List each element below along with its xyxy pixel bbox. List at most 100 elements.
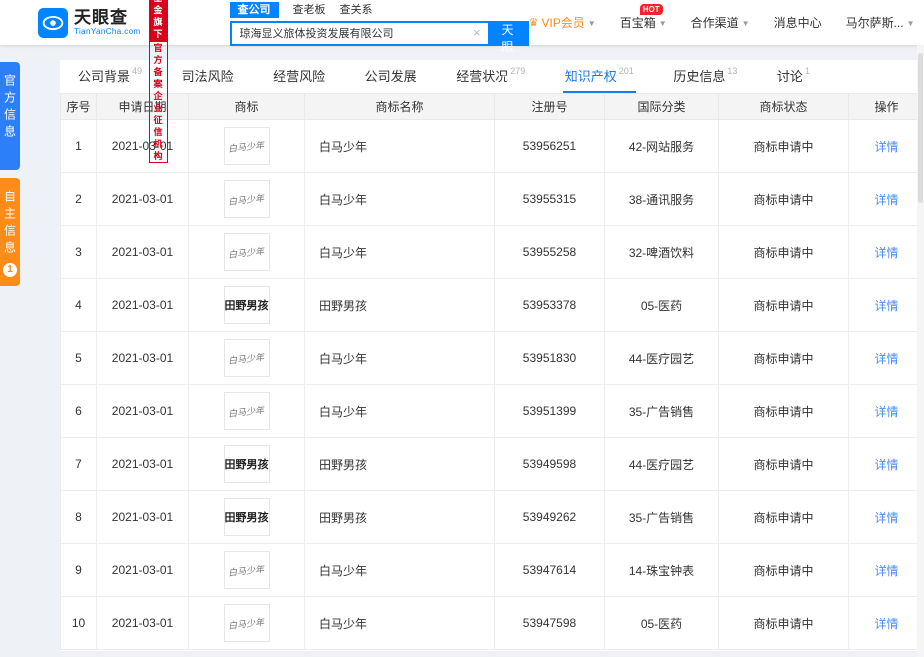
column-header: 操作 bbox=[848, 93, 924, 120]
nav-item-label: 马尔萨斯... bbox=[845, 16, 904, 30]
cell-serial: 8 bbox=[60, 490, 97, 544]
tab-label: 公司背景 bbox=[78, 69, 131, 84]
brand-name: 天眼查 bbox=[74, 8, 128, 27]
cell-trademark-name: 白马少年 bbox=[304, 225, 495, 279]
detail-link[interactable]: 详情 bbox=[874, 458, 898, 472]
cell-serial: 9 bbox=[60, 543, 97, 597]
trademark-image[interactable]: 白马少年 bbox=[223, 551, 270, 589]
detail-link[interactable]: 详情 bbox=[874, 617, 898, 631]
trademark-image[interactable]: 白马少年 bbox=[223, 392, 270, 430]
cell-status: 商标申请中 bbox=[718, 437, 849, 491]
nav-item-label: 合作渠道 bbox=[690, 16, 739, 30]
cert-badge-line1: 国家中小企业发展子基金旗下 bbox=[148, 0, 168, 41]
detail-link[interactable]: 详情 bbox=[874, 405, 898, 419]
cell-registration-no: 53949598 bbox=[494, 437, 605, 491]
cell-apply-date: 2021-03-01 bbox=[96, 384, 189, 438]
cell-intl-class: 05-医药 bbox=[604, 278, 719, 332]
main-content: 公司背景 49 司法风险 经营风险 公司发展 经营状况 279 知识产权 201 历史信息 13 讨论… bbox=[60, 60, 924, 651]
trademark-image[interactable]: 田野男孩 bbox=[223, 498, 270, 536]
trademark-image[interactable]: 白马少年 bbox=[223, 339, 270, 377]
cell-serial: 1 bbox=[60, 119, 97, 173]
tianyancha-logo-icon bbox=[38, 7, 68, 38]
tab-讨论[interactable]: 讨论 1 bbox=[775, 60, 812, 93]
cell-intl-class: 05-医药 bbox=[604, 596, 719, 650]
trademark-image-text: 白马少年 bbox=[228, 617, 266, 632]
detail-link[interactable]: 详情 bbox=[874, 564, 898, 578]
search-input[interactable] bbox=[229, 20, 488, 46]
nav-item-label: VIP会员 bbox=[541, 16, 585, 30]
brand-domain: TianYanCha.com bbox=[74, 27, 141, 36]
cell-apply-date: 2021-03-01 bbox=[96, 278, 189, 332]
nav-item-label: 百宝箱 bbox=[619, 16, 656, 30]
vip-crown-icon: ♛ bbox=[528, 17, 539, 29]
cell-registration-no: 53955315 bbox=[494, 172, 605, 226]
clear-icon[interactable]: × bbox=[473, 25, 481, 41]
trademark-image[interactable]: 田野男孩 bbox=[223, 445, 270, 483]
nav-item[interactable]: 合作渠道 ▼ bbox=[691, 14, 750, 31]
sidebar-tab-self-info[interactable]: 自主信息 1 bbox=[0, 178, 20, 286]
cell-registration-no: 53951830 bbox=[494, 331, 605, 385]
cell-apply-date: 2021-03-01 bbox=[96, 543, 189, 597]
scrollbar-thumb[interactable] bbox=[918, 53, 923, 203]
tab-司法风险[interactable]: 司法风险 bbox=[180, 60, 236, 93]
cell-serial: 4 bbox=[60, 278, 97, 332]
trademark-image-text: 田野男孩 bbox=[224, 299, 269, 312]
cell-serial: 7 bbox=[60, 437, 97, 491]
trademark-table: 序号 申请日期 商标 商标名称 注册号 国际分类 商标状态 操作 1 2021-03-01 白马少… bbox=[60, 93, 924, 650]
tab-知识产权[interactable]: 知识产权 201 bbox=[562, 60, 636, 93]
tab-公司背景[interactable]: 公司背景 49 bbox=[76, 60, 144, 93]
cell-status: 商标申请中 bbox=[718, 331, 849, 385]
cell-action: 详情 bbox=[848, 119, 924, 173]
detail-link[interactable]: 详情 bbox=[874, 140, 898, 154]
cell-action: 详情 bbox=[848, 596, 924, 650]
detail-link[interactable]: 详情 bbox=[874, 246, 898, 260]
detail-link[interactable]: 详情 bbox=[874, 299, 898, 313]
tab-label: 经营风险 bbox=[273, 69, 326, 84]
chevron-down-icon: ▼ bbox=[906, 18, 915, 28]
cell-intl-class: 44-医疗园艺 bbox=[604, 437, 719, 491]
tab-count: 13 bbox=[727, 65, 738, 76]
vertical-scrollbar[interactable] bbox=[917, 45, 924, 657]
trademark-image-text: 田野男孩 bbox=[224, 511, 269, 524]
nav-item[interactable]: 百宝箱 HOT ▼ bbox=[619, 4, 667, 31]
search-tab[interactable]: 查老板 bbox=[293, 3, 326, 17]
cell-serial: 6 bbox=[60, 384, 97, 438]
trademark-image[interactable]: 白马少年 bbox=[223, 233, 270, 271]
trademark-image-text: 白马少年 bbox=[228, 405, 266, 420]
trademark-image[interactable]: 白马少年 bbox=[223, 604, 270, 642]
trademark-image[interactable]: 田野男孩 bbox=[223, 286, 270, 324]
search-tab[interactable]: 查公司 bbox=[229, 1, 279, 18]
cell-serial: 5 bbox=[60, 331, 97, 385]
cell-action: 详情 bbox=[848, 490, 924, 544]
cell-trademark-name: 田野男孩 bbox=[304, 278, 495, 332]
cell-apply-date: 2021-03-01 bbox=[96, 490, 189, 544]
nav-item[interactable]: 消息中心 bbox=[774, 14, 822, 31]
cell-trademark-name: 白马少年 bbox=[304, 172, 495, 226]
detail-link[interactable]: 详情 bbox=[874, 511, 898, 525]
cell-status: 商标申请中 bbox=[718, 384, 849, 438]
trademark-image[interactable]: 白马少年 bbox=[223, 180, 270, 218]
cell-apply-date: 2021-03-01 bbox=[96, 172, 189, 226]
notification-badge: 1 bbox=[3, 263, 17, 277]
tianyancha-logo[interactable]: 天眼查 TianYanCha.com bbox=[38, 7, 141, 38]
nav-item[interactable]: 马尔萨斯... ▼ bbox=[846, 14, 915, 31]
cell-registration-no: 53947598 bbox=[494, 596, 605, 650]
cell-status: 商标申请中 bbox=[718, 278, 849, 332]
tab-历史信息[interactable]: 历史信息 13 bbox=[671, 60, 739, 93]
table-row: 7 2021-03-01 田野男孩 田野男孩 53949598 44-医疗园艺 商标申请中详… bbox=[60, 437, 924, 491]
table-row: 1 2021-03-01 白马少年 白马少年 53956251 42-网站服务 商标申请中详… bbox=[60, 119, 924, 173]
table-row: 2 2021-03-01 白马少年 白马少年 53955315 38-通讯服务 商标申请中详… bbox=[60, 172, 924, 226]
cell-trademark-image: 田野男孩 bbox=[188, 437, 305, 491]
detail-link[interactable]: 详情 bbox=[874, 193, 898, 207]
tab-经营风险[interactable]: 经营风险 bbox=[271, 60, 327, 93]
tab-经营状况[interactable]: 经营状况 279 bbox=[454, 60, 527, 93]
sidebar-tab-official-info[interactable]: 官方信息 bbox=[0, 62, 20, 170]
search-button[interactable]: 天眼一下 bbox=[487, 20, 529, 88]
trademark-image-text: 白马少年 bbox=[228, 140, 266, 155]
detail-link[interactable]: 详情 bbox=[874, 352, 898, 366]
search-tab[interactable]: 查关系 bbox=[340, 3, 373, 17]
tab-公司发展[interactable]: 公司发展 bbox=[363, 60, 419, 93]
trademark-image[interactable]: 白马少年 bbox=[223, 127, 270, 165]
trademark-image-text: 白马少年 bbox=[228, 564, 266, 579]
nav-item[interactable]: ♛ VIP会员 ▼ bbox=[529, 14, 596, 31]
